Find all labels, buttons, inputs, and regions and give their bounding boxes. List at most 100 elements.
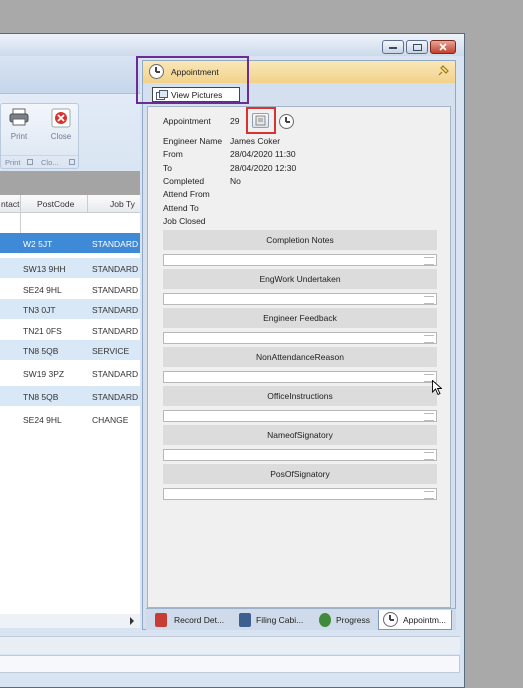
postcode-cell: W2 5JT <box>23 239 53 249</box>
completed-value: No <box>230 176 241 186</box>
table-row[interactable]: TN3 0JT STANDARD <box>0 299 140 319</box>
from-label: From <box>163 149 183 159</box>
eng-work-undertaken-field[interactable] <box>163 293 437 305</box>
jobtype-cell: CHANGE <box>92 415 129 425</box>
maximize-icon <box>412 43 422 51</box>
printer-icon <box>9 108 29 126</box>
tab-progress[interactable]: Progress <box>314 610 376 630</box>
section-office-instructions: OfficeInstructions <box>163 386 437 406</box>
jobtype-cell: STANDARD <box>92 239 139 249</box>
jobtype-cell: STANDARD <box>92 264 139 274</box>
section-name-of-signatory: NameofSignatory <box>163 425 437 445</box>
column-divider <box>87 195 88 213</box>
schedule-clock-icon[interactable] <box>279 114 294 129</box>
table-row[interactable]: TN21 0FS STANDARD <box>0 320 140 340</box>
horizontal-scrollbar[interactable] <box>0 614 140 628</box>
engineer-name-value: James Coker <box>230 136 281 146</box>
jobtype-cell: STANDARD <box>92 392 139 402</box>
close-window-button[interactable] <box>430 40 456 54</box>
attend-from-label: Attend From <box>163 189 210 199</box>
dialog-launcher-icon[interactable] <box>27 159 33 165</box>
pin-icon[interactable] <box>437 65 449 77</box>
from-value: 28/04/2020 11:30 <box>230 149 296 159</box>
progress-icon <box>319 613 331 627</box>
column-divider <box>20 195 21 213</box>
appointment-details: Appointment 29 Engineer Name James Coker… <box>147 106 451 608</box>
tab-record-label: Record Det... <box>174 615 225 625</box>
completed-label: Completed <box>163 176 205 186</box>
tab-filing-label: Filing Cabi... <box>256 615 304 625</box>
tab-filing-cabinet[interactable]: Filing Cabi... <box>234 610 312 630</box>
jobtype-cell: STANDARD <box>92 369 139 379</box>
postcode-cell: TN8 5QB <box>23 392 59 402</box>
maximize-button[interactable] <box>406 40 428 54</box>
section-completion-notes: Completion Notes <box>163 230 437 250</box>
dock-tab-strip: Record Det... Filing Cabi... Progress Ap… <box>146 608 456 630</box>
tab-appointment[interactable]: Appointm... <box>378 610 452 630</box>
dialog-launcher-icon[interactable] <box>69 159 75 165</box>
close-button[interactable]: Close <box>45 108 77 141</box>
pos-of-signatory-field[interactable] <box>163 488 437 500</box>
close-group-label: Clo... <box>41 158 59 167</box>
jobtype-cell: STANDARD <box>92 305 139 315</box>
tab-appointment-label: Appointm... <box>403 615 446 625</box>
column-header-jobtype[interactable]: Job Ty <box>110 199 135 209</box>
postcode-cell: TN21 0FS <box>23 326 62 336</box>
column-header-postcode[interactable]: PostCode <box>37 199 74 209</box>
non-attendance-reason-field[interactable] <box>163 371 437 383</box>
close-icon <box>439 43 447 51</box>
print-group-label: Print <box>5 158 21 167</box>
postcode-cell: SW19 3PZ <box>23 369 65 379</box>
ribbon-band <box>0 56 140 94</box>
jobtype-cell: STANDARD <box>92 326 139 336</box>
column-divider <box>20 213 21 233</box>
status-bar <box>0 636 460 654</box>
section-eng-work-undertaken: EngWork Undertaken <box>163 269 437 289</box>
to-value: 28/04/2020 12:30 <box>230 163 297 173</box>
office-instructions-field[interactable] <box>163 410 437 422</box>
window-controls <box>382 40 456 54</box>
postcode-cell: TN8 5QB <box>23 346 59 356</box>
print-button[interactable]: Print <box>5 108 33 141</box>
section-pos-of-signatory: PosOfSignatory <box>163 464 437 484</box>
minimize-icon <box>389 47 397 49</box>
to-label: To <box>163 163 172 173</box>
desktop-background <box>466 33 523 688</box>
postcode-cell: SE24 9HL <box>23 285 62 295</box>
table-row[interactable]: TN8 5QB STANDARD <box>0 386 140 406</box>
minimize-button[interactable] <box>382 40 404 54</box>
jobtype-cell: STANDARD <box>92 285 139 295</box>
postcode-cell: SW13 9HH <box>23 264 66 274</box>
job-closed-label: Job Closed <box>163 216 206 226</box>
print-label: Print <box>10 132 28 141</box>
engineer-feedback-field[interactable] <box>163 332 437 344</box>
grid-header: ntact PostCode Job Ty <box>0 195 140 213</box>
record-icon <box>155 613 167 627</box>
ribbon-footer: Print Clo... <box>1 155 78 168</box>
appointment-value: 29 <box>230 116 240 126</box>
table-row[interactable]: SE24 9HL CHANGE <box>0 409 140 429</box>
table-row[interactable]: SW13 9HH STANDARD <box>0 258 140 278</box>
scroll-right-icon[interactable] <box>129 617 135 625</box>
appointment-label: Appointment <box>163 116 211 126</box>
tab-progress-label: Progress <box>336 615 371 625</box>
highlight-red-box <box>246 107 276 134</box>
table-row[interactable]: W2 5JT STANDARD <box>0 233 140 253</box>
close-label: Close <box>50 132 72 141</box>
highlight-purple-box <box>136 56 249 104</box>
window-titlebar <box>0 34 464 56</box>
completion-notes-field[interactable] <box>163 254 437 266</box>
attend-to-label: Attend To <box>163 203 199 213</box>
column-header-contact[interactable]: ntact <box>1 199 19 209</box>
table-row[interactable]: TN8 5QB SERVICE <box>0 340 140 360</box>
appointment-clock-icon <box>383 612 398 627</box>
group-by-area <box>0 171 140 195</box>
mouse-cursor-icon <box>432 380 442 396</box>
close-doc-icon <box>51 108 71 128</box>
jobtype-cell: SERVICE <box>92 346 130 356</box>
tab-record-details[interactable]: Record Det... <box>150 610 232 630</box>
table-row[interactable]: SW19 3PZ STANDARD <box>0 363 140 383</box>
name-of-signatory-field[interactable] <box>163 449 437 461</box>
engineer-name-label: Engineer Name <box>163 136 223 146</box>
table-row[interactable]: SE24 9HL STANDARD <box>0 279 140 299</box>
